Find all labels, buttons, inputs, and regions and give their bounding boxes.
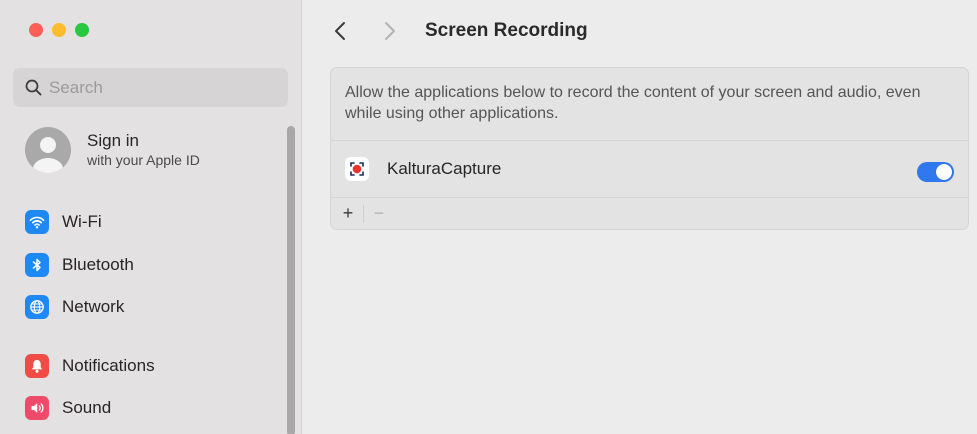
bluetooth-icon — [25, 253, 49, 277]
toolbar: Screen Recording — [303, 0, 977, 60]
apple-id-sign-in[interactable]: Sign in with your Apple ID — [25, 127, 200, 173]
window-controls — [29, 23, 89, 37]
close-window-button[interactable] — [29, 23, 43, 37]
sidebar-item-sound[interactable]: Sound — [25, 395, 111, 421]
back-button[interactable] — [329, 18, 351, 44]
avatar-icon — [25, 127, 71, 173]
add-app-button[interactable]: + — [339, 203, 357, 224]
chevron-right-icon — [385, 22, 395, 40]
remove-app-button[interactable]: − — [370, 203, 388, 224]
sidebar-item-network[interactable]: Network — [25, 294, 124, 320]
app-name: KalturaCapture — [387, 159, 502, 178]
screen-recording-panel: Allow the applications below to record t… — [330, 67, 969, 230]
speaker-icon — [25, 396, 49, 420]
sidebar-item-bluetooth[interactable]: Bluetooth — [25, 252, 134, 278]
forward-button[interactable] — [379, 18, 401, 44]
sidebar-item-wifi[interactable]: Wi-Fi — [25, 209, 102, 235]
page-title: Screen Recording — [425, 20, 588, 41]
sidebar-item-label: Bluetooth — [62, 255, 134, 274]
sidebar: Search Sign in with your Apple ID Wi-Fi — [0, 0, 302, 434]
list-controls: + − — [331, 198, 968, 229]
sidebar-item-label: Sound — [62, 398, 112, 417]
minimize-window-button[interactable] — [52, 23, 66, 37]
search-placeholder: Search — [49, 77, 103, 97]
account-subtitle: with your Apple ID — [87, 152, 200, 168]
kalturacapture-toggle[interactable] — [917, 162, 954, 182]
app-row-kalturacapture[interactable]: KalturaCapture — [331, 141, 968, 198]
sidebar-item-label: Network — [62, 297, 125, 316]
account-title: Sign in — [87, 131, 139, 150]
sidebar-item-notifications[interactable]: Notifications — [25, 353, 155, 379]
sidebar-item-label: Wi-Fi — [62, 212, 102, 231]
kaltura-capture-icon — [345, 157, 369, 181]
sidebar-item-label: Notifications — [62, 356, 155, 375]
permission-description: Allow the applications below to record t… — [331, 68, 968, 141]
toggle-knob — [936, 164, 952, 180]
sidebar-scrollbar[interactable] — [287, 126, 295, 434]
zoom-window-button[interactable] — [75, 23, 89, 37]
chevron-left-icon — [335, 22, 345, 40]
controls-divider — [363, 204, 364, 223]
search-field[interactable]: Search — [13, 68, 288, 107]
search-icon — [25, 79, 42, 96]
globe-icon — [25, 295, 49, 319]
wifi-icon — [25, 210, 49, 234]
bell-icon — [25, 354, 49, 378]
